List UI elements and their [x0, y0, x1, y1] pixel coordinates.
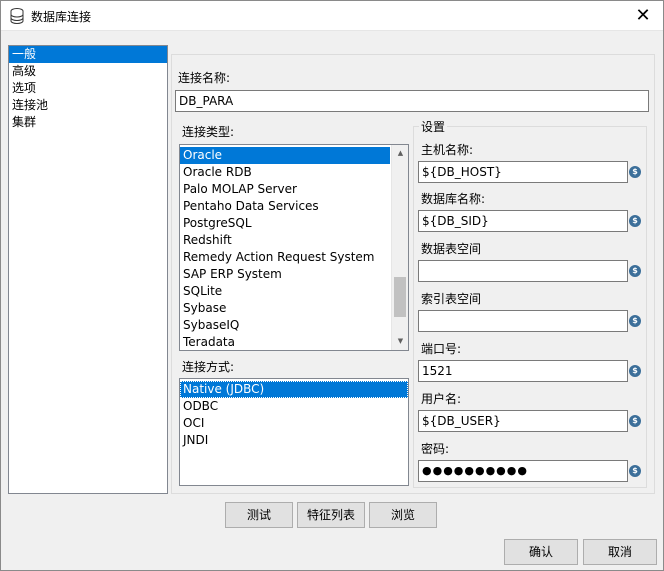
tablespace-input[interactable]: [418, 260, 628, 282]
settings-group-title: 设置: [419, 118, 448, 135]
window-title: 数据库连接: [31, 10, 92, 24]
list-item[interactable]: PostgreSQL: [180, 215, 408, 232]
index-tablespace-input[interactable]: [418, 310, 628, 332]
connection-type-list[interactable]: Oracle Oracle RDB Palo MOLAP Server Pent…: [179, 144, 409, 351]
explore-button[interactable]: 浏览: [369, 502, 437, 528]
scroll-down-icon[interactable]: ▼: [392, 333, 408, 350]
index-tablespace-label: 索引表空间: [421, 292, 482, 306]
nav-item-general[interactable]: 一般: [9, 46, 167, 63]
list-item[interactable]: SQLite: [180, 283, 408, 300]
list-item[interactable]: Native (JDBC): [180, 381, 408, 398]
nav-item-options[interactable]: 选项: [9, 80, 167, 97]
list-item[interactable]: Teradata: [180, 334, 408, 350]
ok-button[interactable]: 确认: [504, 539, 578, 565]
connection-type-scrollbar[interactable]: ▲ ▼: [391, 145, 408, 350]
list-item[interactable]: Remedy Action Request System: [180, 249, 408, 266]
close-icon[interactable]: ✕: [631, 5, 655, 27]
scroll-thumb[interactable]: [394, 277, 406, 317]
access-method-label: 连接方式:: [182, 360, 235, 374]
nav-item-pooling[interactable]: 连接池: [9, 97, 167, 114]
list-item[interactable]: Pentaho Data Services: [180, 198, 408, 215]
host-label: 主机名称:: [421, 143, 474, 157]
list-item[interactable]: Oracle: [180, 147, 390, 164]
variable-icon: $: [629, 315, 641, 327]
title-bar: 数据库连接 ✕: [1, 1, 663, 31]
test-button[interactable]: 测试: [225, 502, 293, 528]
list-item[interactable]: JNDI: [180, 432, 408, 449]
password-label: 密码:: [421, 442, 450, 456]
list-item[interactable]: Oracle RDB: [180, 164, 408, 181]
variable-icon: $: [629, 166, 641, 178]
list-item[interactable]: Palo MOLAP Server: [180, 181, 408, 198]
list-item[interactable]: SybaseIQ: [180, 317, 408, 334]
list-item[interactable]: SAP ERP System: [180, 266, 408, 283]
nav-item-cluster[interactable]: 集群: [9, 114, 167, 131]
connection-name-input[interactable]: DB_PARA: [175, 90, 649, 112]
variable-icon: $: [629, 365, 641, 377]
feature-list-button[interactable]: 特征列表: [297, 502, 365, 528]
list-item[interactable]: Redshift: [180, 232, 408, 249]
variable-icon: $: [629, 265, 641, 277]
scroll-up-icon[interactable]: ▲: [392, 145, 408, 162]
port-input[interactable]: 1521: [418, 360, 628, 382]
nav-item-advanced[interactable]: 高级: [9, 63, 167, 80]
tablespace-label: 数据表空间: [421, 242, 482, 256]
cancel-button[interactable]: 取消: [583, 539, 657, 565]
variable-icon: $: [629, 465, 641, 477]
variable-icon: $: [629, 415, 641, 427]
nav-list[interactable]: 一般 高级 选项 连接池 集群: [8, 45, 168, 494]
password-input[interactable]: ●●●●●●●●●●: [418, 460, 628, 482]
db-name-label: 数据库名称:: [421, 192, 486, 206]
access-method-list[interactable]: Native (JDBC) ODBC OCI JNDI: [179, 378, 409, 486]
db-name-input[interactable]: ${DB_SID}: [418, 210, 628, 232]
dialog-window: 数据库连接 ✕ 一般 高级 选项 连接池 集群 连接名称: DB_PARA 连接…: [0, 0, 664, 571]
host-input[interactable]: ${DB_HOST}: [418, 161, 628, 183]
user-input[interactable]: ${DB_USER}: [418, 410, 628, 432]
variable-icon: $: [629, 215, 641, 227]
port-label: 端口号:: [421, 342, 462, 356]
list-item[interactable]: Sybase: [180, 300, 408, 317]
list-item[interactable]: OCI: [180, 415, 408, 432]
list-item[interactable]: ODBC: [180, 398, 408, 415]
user-label: 用户名:: [421, 392, 462, 406]
connection-type-label: 连接类型:: [182, 125, 235, 139]
connection-name-label: 连接名称:: [178, 71, 231, 85]
database-icon: [10, 8, 24, 24]
